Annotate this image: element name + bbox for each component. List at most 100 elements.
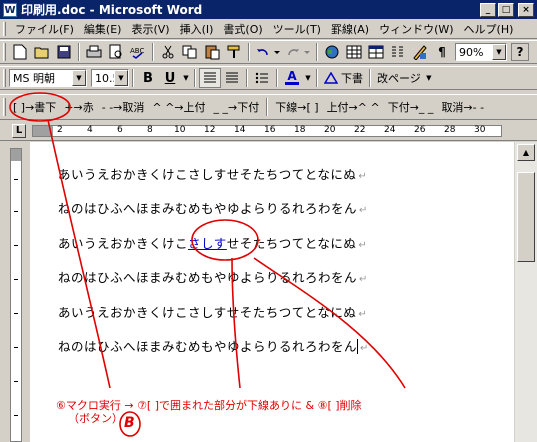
help-question-icon[interactable]: ? bbox=[511, 43, 529, 61]
menu-file[interactable]: ファイル(F) bbox=[10, 21, 79, 37]
underline-button[interactable]: U bbox=[159, 68, 181, 88]
macro-button-bracket-to-underline[interactable]: [ ]→書下 bbox=[9, 97, 60, 117]
scrollbar-thumb[interactable] bbox=[517, 172, 535, 262]
scroll-up-button[interactable]: ▲ bbox=[517, 144, 535, 161]
macro-button-underscore-to-subscript[interactable]: _ _→下付 bbox=[210, 97, 264, 117]
standard-toolbar: ABC ¶ 90% ▼ ? bbox=[0, 40, 537, 64]
vertical-ruler-margin bbox=[11, 149, 21, 161]
ruler-number: 22 bbox=[354, 125, 366, 135]
menu-view[interactable]: 表示(V) bbox=[126, 21, 174, 37]
chevron-down-icon[interactable]: ▼ bbox=[72, 70, 86, 86]
spelling-check-icon[interactable]: ABC bbox=[127, 42, 149, 62]
toolbar-separator bbox=[248, 43, 250, 61]
underlined-text: さしす bbox=[188, 236, 227, 251]
vertical-ruler-strip[interactable] bbox=[10, 148, 22, 442]
macro-button-dash-to-strike[interactable]: - -→取消 bbox=[98, 97, 149, 117]
macro-button-superscript-to-caret[interactable]: 上付→^ ^ bbox=[323, 97, 384, 117]
menu-help[interactable]: ヘルプ(H) bbox=[459, 21, 519, 37]
text-line-2[interactable]: ねのはひふへほまみむめもやゆよらりるれろわをん ↵ bbox=[58, 198, 368, 217]
macro-button-strike-to-dash[interactable]: 取消→- - bbox=[437, 97, 488, 117]
word-app-icon[interactable]: W bbox=[3, 2, 17, 17]
font-size-select[interactable]: 10.5 ▼ bbox=[91, 69, 129, 87]
save-disk-icon[interactable] bbox=[53, 42, 75, 62]
font-color-label: A bbox=[287, 69, 297, 83]
paragraph-mark: ↵ bbox=[358, 171, 368, 182]
style-draft-label: 下書 bbox=[341, 72, 363, 85]
macro-button-caret-to-superscript[interactable]: ^ ^→上付 bbox=[148, 97, 209, 117]
print-preview-icon[interactable] bbox=[105, 42, 127, 62]
menu-edit[interactable]: 編集(E) bbox=[79, 21, 127, 37]
font-color-button[interactable]: A bbox=[281, 68, 303, 88]
tables-borders-icon[interactable] bbox=[343, 42, 365, 62]
text-line-5[interactable]: あいうえおかきくけこさしすせそたちつてとなにぬ ↵ bbox=[58, 302, 367, 321]
macro-button-plus-to-red[interactable]: +→赤 bbox=[60, 97, 97, 117]
menu-bar: ファイル(F) 編集(E) 表示(V) 挿入(I) 書式(O) ツール(T) 罫… bbox=[0, 19, 537, 39]
text-segment: ねのはひふへほまみむめもやゆよらりるれろわをん bbox=[58, 339, 358, 354]
ruler-margin bbox=[33, 126, 53, 136]
ruler-tick bbox=[14, 313, 18, 314]
toolbar-grip[interactable] bbox=[3, 43, 6, 61]
web-globe-icon[interactable] bbox=[321, 42, 343, 62]
font-color-dropdown-icon[interactable]: ▼ bbox=[303, 68, 313, 88]
undo-arrow-icon[interactable] bbox=[253, 42, 283, 62]
toolbar-grip[interactable] bbox=[3, 98, 6, 116]
cut-scissors-icon[interactable] bbox=[157, 42, 179, 62]
font-color-swatch bbox=[285, 82, 299, 85]
toolbar-options-icon[interactable]: ▼ bbox=[424, 68, 434, 88]
columns-icon[interactable] bbox=[387, 42, 409, 62]
horizontal-ruler[interactable]: L 2 4 6 8 10 12 14 16 18 20 22 24 26 28 … bbox=[0, 121, 537, 141]
ruler-number: 4 bbox=[87, 125, 93, 135]
text-line-4[interactable]: ねのはひふへほまみむめもやゆよらりるれろわをん ↵ bbox=[58, 267, 368, 286]
redo-arrow-icon[interactable] bbox=[283, 42, 313, 62]
macro-button-subscript-to-underscore[interactable]: 下付→_ _ bbox=[384, 97, 438, 117]
menu-window[interactable]: ウィンドウ(W) bbox=[374, 21, 458, 37]
open-folder-icon[interactable] bbox=[31, 42, 53, 62]
align-distribute-icon[interactable] bbox=[221, 68, 243, 88]
menubar-grip[interactable] bbox=[3, 21, 6, 36]
text-segment: あいうえおかきくけこさしすせそたちつてとなにぬ bbox=[58, 305, 357, 320]
text-segment: せそたちつてとなにぬ bbox=[226, 236, 357, 251]
chevron-down-icon[interactable]: ▼ bbox=[114, 70, 128, 86]
print-icon[interactable] bbox=[83, 42, 105, 62]
drawing-icon[interactable] bbox=[409, 42, 431, 62]
chevron-down-icon[interactable]: ▼ bbox=[492, 44, 506, 60]
insert-table-icon[interactable] bbox=[365, 42, 387, 62]
annotation-marker: B bbox=[124, 415, 135, 431]
toolbar-grip[interactable] bbox=[3, 69, 6, 87]
toolbar-separator bbox=[152, 43, 154, 61]
close-button[interactable]: × bbox=[518, 2, 534, 17]
ruler-number: 6 bbox=[117, 125, 123, 135]
ruler-strip[interactable]: 2 4 6 8 10 12 14 16 18 20 22 24 26 28 30 bbox=[32, 125, 502, 137]
vertical-ruler[interactable] bbox=[0, 142, 30, 442]
menu-format[interactable]: 書式(O) bbox=[218, 21, 267, 37]
formatting-toolbar: MS 明朝 ▼ 10.5 ▼ B U ▼ A ▼ 下書 改ページ ▼ bbox=[0, 66, 537, 90]
ruler-number: 16 bbox=[264, 125, 276, 135]
show-hide-marks-icon[interactable]: ¶ bbox=[431, 42, 453, 62]
menu-insert[interactable]: 挿入(I) bbox=[175, 21, 219, 37]
vertical-scrollbar[interactable]: ▲ bbox=[514, 142, 537, 442]
text-line-1[interactable]: あいうえおかきくけこさしすせそたちつてとなにぬ ↵ bbox=[58, 164, 367, 183]
macro-button-underline-to-bracket[interactable]: 下線→[ ] bbox=[271, 97, 322, 117]
bullets-list-icon[interactable] bbox=[251, 68, 273, 88]
ruler-number: 24 bbox=[384, 125, 396, 135]
text-line-6[interactable]: ねのはひふへほまみむめもやゆよらりるれろわをん ↵ bbox=[58, 336, 369, 355]
format-painter-icon[interactable] bbox=[223, 42, 245, 62]
minimize-button[interactable]: _ bbox=[480, 2, 496, 17]
style-draft-button[interactable]: 下書 bbox=[321, 68, 366, 88]
menu-table[interactable]: 罫線(A) bbox=[326, 21, 374, 37]
tab-selector-button[interactable]: L bbox=[12, 124, 26, 138]
page-break-button[interactable]: 改ページ bbox=[374, 68, 424, 88]
toolbar-separator bbox=[266, 98, 269, 116]
zoom-select[interactable]: 90% ▼ bbox=[455, 43, 507, 61]
new-document-icon[interactable] bbox=[9, 42, 31, 62]
paragraph-mark: ↵ bbox=[359, 205, 368, 216]
text-line-3[interactable]: あいうえおかきくけこさしすせそたちつてとなにぬ ↵ bbox=[58, 233, 367, 252]
underline-dropdown-icon[interactable]: ▼ bbox=[181, 68, 191, 88]
menu-tools[interactable]: ツール(T) bbox=[268, 21, 326, 37]
bold-button[interactable]: B bbox=[137, 68, 159, 88]
copy-icon[interactable] bbox=[179, 42, 201, 62]
align-justify-icon[interactable] bbox=[199, 68, 221, 88]
paste-clipboard-icon[interactable] bbox=[201, 42, 223, 62]
font-name-select[interactable]: MS 明朝 ▼ bbox=[9, 69, 87, 87]
maximize-button[interactable]: □ bbox=[498, 2, 514, 17]
